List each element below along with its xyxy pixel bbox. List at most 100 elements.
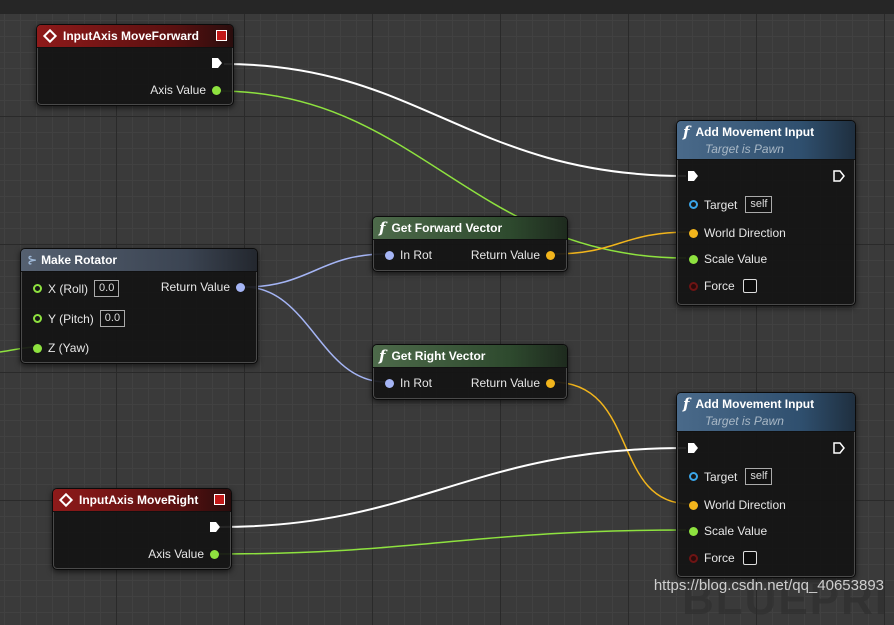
event-diamond-icon xyxy=(58,492,74,508)
exec-in-row xyxy=(687,170,699,182)
node-header[interactable]: ⊱ Make Rotator xyxy=(21,249,257,272)
yaw-pin-icon[interactable] xyxy=(33,343,42,353)
node-subtitle: Target is Pawn xyxy=(705,142,784,156)
vector-wire-right xyxy=(551,381,691,505)
exec-out-pin-icon[interactable] xyxy=(209,521,221,533)
function-icon: f xyxy=(683,123,690,141)
return-pin-icon[interactable] xyxy=(546,250,555,260)
node-title: Get Forward Vector xyxy=(391,221,503,235)
target-row: Target self xyxy=(689,196,773,213)
exec-in-pin-icon[interactable] xyxy=(687,442,699,454)
force-checkbox[interactable] xyxy=(742,551,757,565)
function-icon: f xyxy=(379,219,386,237)
node-header[interactable]: InputAxis MoveForward xyxy=(37,25,233,48)
node-header[interactable]: f Get Right Vector xyxy=(373,345,567,368)
scale-value-row: Scale Value xyxy=(689,524,767,538)
function-icon: f xyxy=(379,347,386,365)
scale-value-pin-icon[interactable] xyxy=(689,526,698,536)
node-get-right-vector[interactable]: f Get Right Vector In Rot Return Value xyxy=(372,344,568,400)
node-title: Add Movement Input xyxy=(695,125,815,139)
function-icon: f xyxy=(683,395,690,413)
world-direction-label: World Direction xyxy=(704,498,786,512)
vector-wire-forward xyxy=(551,231,691,255)
target-pin-icon[interactable] xyxy=(689,472,698,481)
axis-value-label: Axis Value xyxy=(150,83,206,97)
force-pin-icon[interactable] xyxy=(689,281,698,291)
scale-value-label: Scale Value xyxy=(704,524,768,538)
return-pin-icon[interactable] xyxy=(236,282,245,292)
node-header[interactable]: f Add Movement Input Target is Pawn xyxy=(677,393,855,432)
event-delegate-icon[interactable] xyxy=(216,30,227,41)
target-label: Target xyxy=(704,197,738,212)
axis-value-row: Axis Value xyxy=(150,83,221,97)
in-rot-pin-icon[interactable] xyxy=(385,250,394,260)
return-pin-icon[interactable] xyxy=(546,378,555,388)
in-rot-row: In Rot xyxy=(385,376,432,390)
node-title: Add Movement Input xyxy=(695,397,815,411)
exec-out-row xyxy=(833,442,845,454)
scale-value-label: Scale Value xyxy=(704,252,768,266)
node-title: InputAxis MoveForward xyxy=(63,29,200,43)
node-add-movement-input[interactable]: f Add Movement Input Target is Pawn Targe… xyxy=(676,392,856,578)
make-struct-icon: ⊱ xyxy=(27,253,38,267)
event-diamond-icon xyxy=(42,28,58,44)
top-toolbar-strip xyxy=(0,0,894,14)
yaw-label: Z (Yaw) xyxy=(48,341,90,355)
node-subtitle: Target is Pawn xyxy=(705,414,784,428)
world-direction-row: World Direction xyxy=(689,498,786,512)
exec-out-pin-icon[interactable] xyxy=(211,57,223,69)
node-make-rotator[interactable]: ⊱ Make Rotator X (Roll) 0.0 Y (Pitch) 0.… xyxy=(20,248,258,364)
node-inputaxis-moveforward[interactable]: InputAxis MoveForward Axis Value xyxy=(36,24,234,106)
exec-out-row xyxy=(833,170,845,182)
roll-label: X (Roll) xyxy=(48,281,89,296)
event-delegate-icon[interactable] xyxy=(214,494,225,505)
exec-in-pin-icon[interactable] xyxy=(687,170,699,182)
target-label: Target xyxy=(704,469,738,484)
float-wire-right-axis xyxy=(215,529,687,555)
axis-value-pin-icon[interactable] xyxy=(210,549,219,559)
force-row: Force xyxy=(689,551,757,565)
node-add-movement-input[interactable]: f Add Movement Input Target is Pawn Targe… xyxy=(676,120,856,306)
in-rot-label: In Rot xyxy=(400,248,433,262)
pitch-input[interactable]: 0.0 xyxy=(99,310,126,327)
force-row: Force xyxy=(689,279,757,293)
world-direction-pin-icon[interactable] xyxy=(689,500,698,510)
node-title: InputAxis MoveRight xyxy=(79,493,199,507)
axis-value-label: Axis Value xyxy=(148,547,204,561)
return-row: Return Value xyxy=(471,376,555,390)
node-inputaxis-moveright[interactable]: InputAxis MoveRight Axis Value xyxy=(52,488,232,570)
target-self-field[interactable]: self xyxy=(745,196,773,213)
node-get-forward-vector[interactable]: f Get Forward Vector In Rot Return Value xyxy=(372,216,568,272)
scale-value-pin-icon[interactable] xyxy=(689,254,698,264)
node-header[interactable]: f Get Forward Vector xyxy=(373,217,567,240)
exec-out-row xyxy=(211,57,223,69)
world-direction-pin-icon[interactable] xyxy=(689,228,698,238)
force-checkbox[interactable] xyxy=(742,279,757,293)
return-label: Return Value xyxy=(470,376,540,390)
roll-row: X (Roll) 0.0 xyxy=(33,280,120,297)
axis-value-pin-icon[interactable] xyxy=(212,85,221,95)
roll-input[interactable]: 0.0 xyxy=(94,280,120,297)
exec-out-pin-icon[interactable] xyxy=(833,170,845,182)
exec-in-row xyxy=(687,442,699,454)
target-row: Target self xyxy=(689,468,773,485)
target-pin-icon[interactable] xyxy=(689,200,698,209)
node-header[interactable]: f Add Movement Input Target is Pawn xyxy=(677,121,855,160)
url-watermark: https://blog.csdn.net/qq_40653893 xyxy=(653,577,884,594)
exec-out-row xyxy=(209,521,221,533)
exec-wire-forward xyxy=(223,63,687,177)
in-rot-label: In Rot xyxy=(400,376,433,390)
force-pin-icon[interactable] xyxy=(689,553,698,563)
exec-out-pin-icon[interactable] xyxy=(833,442,845,454)
node-header[interactable]: InputAxis MoveRight xyxy=(53,489,231,512)
target-self-field[interactable]: self xyxy=(745,468,773,485)
world-direction-row: World Direction xyxy=(689,226,786,240)
roll-pin-icon[interactable] xyxy=(33,284,42,293)
node-title: Make Rotator xyxy=(41,253,118,267)
force-label: Force xyxy=(704,279,735,293)
return-label: Return Value xyxy=(470,248,540,262)
pitch-label: Y (Pitch) xyxy=(48,311,94,326)
return-label: Return Value xyxy=(160,280,230,294)
in-rot-pin-icon[interactable] xyxy=(385,378,394,388)
pitch-pin-icon[interactable] xyxy=(33,314,42,323)
